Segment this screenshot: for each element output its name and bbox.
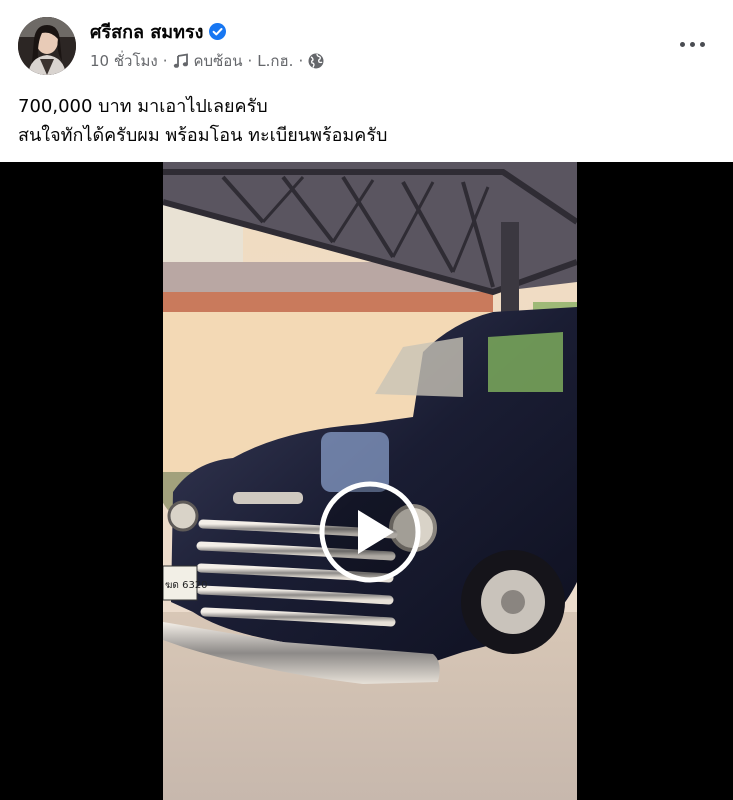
more-options-icon xyxy=(699,41,705,47)
post-meta: 10 ชั่วโมง · คบซ้อน · L.กฮ. · xyxy=(90,49,324,73)
audio-track-title[interactable]: คบซ้อน xyxy=(194,49,243,73)
avatar[interactable] xyxy=(18,17,76,75)
play-button[interactable] xyxy=(318,480,422,584)
more-options-icon xyxy=(689,41,695,47)
music-note-icon xyxy=(173,53,189,69)
meta-separator: · xyxy=(247,52,253,70)
post-header: ศรีสกล สมทรง 10 ชั่วโมง · คบซ้อน · L.กฮ.… xyxy=(0,0,733,88)
license-plate-text: ฆด 6320 xyxy=(165,580,208,591)
meta-separator: · xyxy=(162,52,168,70)
globe-icon xyxy=(308,53,324,69)
author-name-label[interactable]: ศรีสกล สมทรง xyxy=(90,17,203,46)
play-icon xyxy=(319,481,421,583)
post-text-line: สนใจทักได้ครับผม พร้อมโอน ทะเบียนพร้อมคร… xyxy=(18,125,388,146)
post-text-line: 700,000 บาท มาเอาไปเลยครับ xyxy=(18,96,268,117)
post-text: 700,000 บาท มาเอาไปเลยครับ สนใจทักได้ครั… xyxy=(18,92,387,150)
post-time[interactable]: 10 ชั่วโมง xyxy=(90,49,158,73)
verified-badge-icon xyxy=(209,23,227,40)
audio-track-artist[interactable]: L.กฮ. xyxy=(257,49,293,73)
video-player[interactable]: ฆด 6320 xyxy=(0,162,733,800)
author-name[interactable]: ศรีสกล สมทรง xyxy=(90,17,227,46)
more-options-button[interactable] xyxy=(670,26,714,62)
more-options-icon xyxy=(679,41,685,47)
meta-separator: · xyxy=(298,52,304,70)
